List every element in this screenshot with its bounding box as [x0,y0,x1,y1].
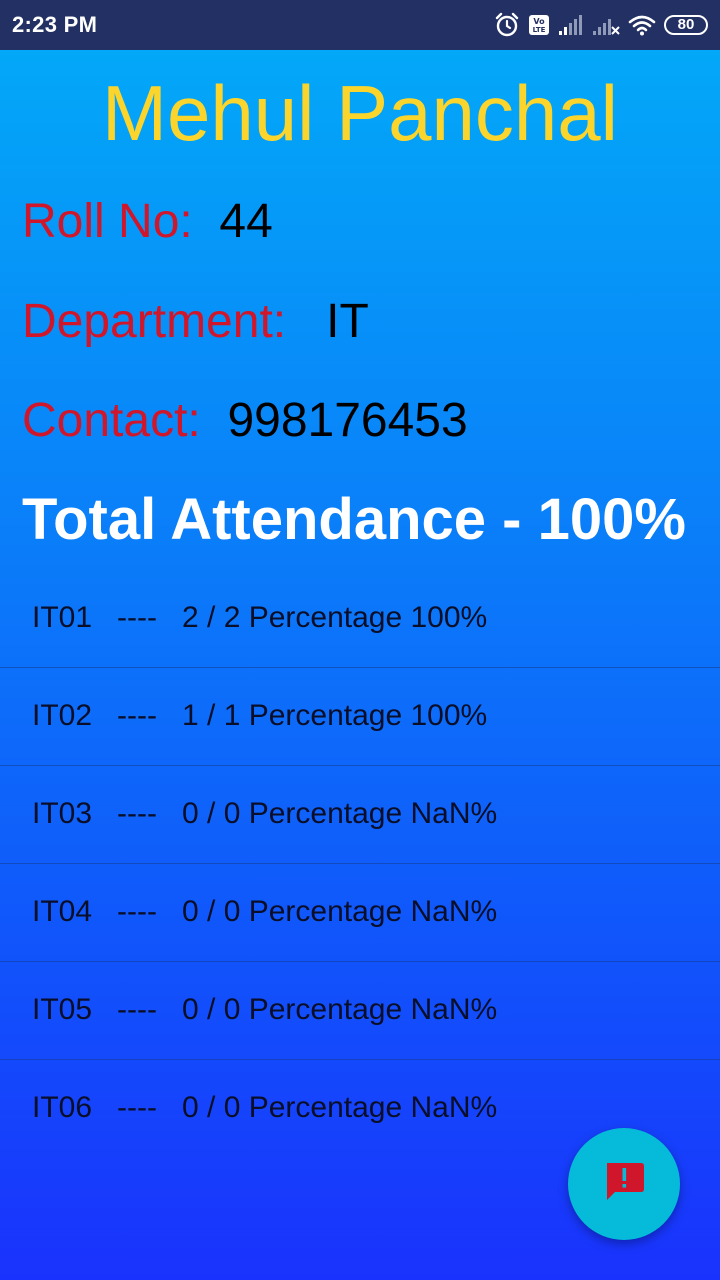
list-item[interactable]: IT04 ---- 0 / 0 Percentage NaN% [0,864,720,962]
list-item[interactable]: IT03 ---- 0 / 0 Percentage NaN% [0,766,720,864]
volte-icon: Vo LTE [528,14,550,36]
list-item[interactable]: IT05 ---- 0 / 0 Percentage NaN% [0,962,720,1060]
subject-attendance-text: IT04 ---- 0 / 0 Percentage NaN% [32,895,498,928]
subject-attendance-text: IT01 ---- 2 / 2 Percentage 100% [32,601,488,634]
app-screen: 2:23 PM Vo LTE 80 Mehul Panchal Roll No:… [0,0,720,1280]
department-value: IT [326,295,369,348]
report-fab-button[interactable] [568,1128,680,1240]
roll-number-value: 44 [219,195,273,248]
contact-label: Contact: [22,394,201,447]
department-label: Department: [22,295,287,348]
alarm-icon [494,12,520,38]
battery-icon: 80 [664,15,708,35]
list-item[interactable]: IT02 ---- 1 / 1 Percentage 100% [0,668,720,766]
department-row: Department: IT [22,294,369,350]
status-bar: 2:23 PM Vo LTE 80 [0,0,720,50]
report-icon [601,1160,647,1209]
list-item[interactable]: IT01 ---- 2 / 2 Percentage 100% [0,570,720,668]
contact-value: 998176453 [227,394,468,447]
subject-attendance-text: IT05 ---- 0 / 0 Percentage NaN% [32,993,498,1026]
subject-list: IT01 ---- 2 / 2 Percentage 100% IT02 ---… [0,570,720,1157]
student-name: Mehul Panchal [102,69,618,157]
status-icons: Vo LTE 80 [494,10,708,40]
roll-number-row: Roll No: 44 [22,194,273,250]
wifi-icon [628,14,656,36]
subject-attendance-text: IT02 ---- 1 / 1 Percentage 100% [32,699,488,732]
signal-no-service-icon [592,14,620,36]
signal-icon [558,14,584,36]
contact-row: Contact: 998176453 [22,393,468,449]
total-attendance: Total Attendance - 100% [22,487,686,552]
status-time: 2:23 PM [12,12,98,37]
svg-text:LTE: LTE [533,26,546,34]
roll-number-label: Roll No: [22,195,193,248]
svg-text:Vo: Vo [533,17,545,26]
subject-attendance-text: IT06 ---- 0 / 0 Percentage NaN% [32,1091,498,1124]
subject-attendance-text: IT03 ---- 0 / 0 Percentage NaN% [32,797,498,830]
